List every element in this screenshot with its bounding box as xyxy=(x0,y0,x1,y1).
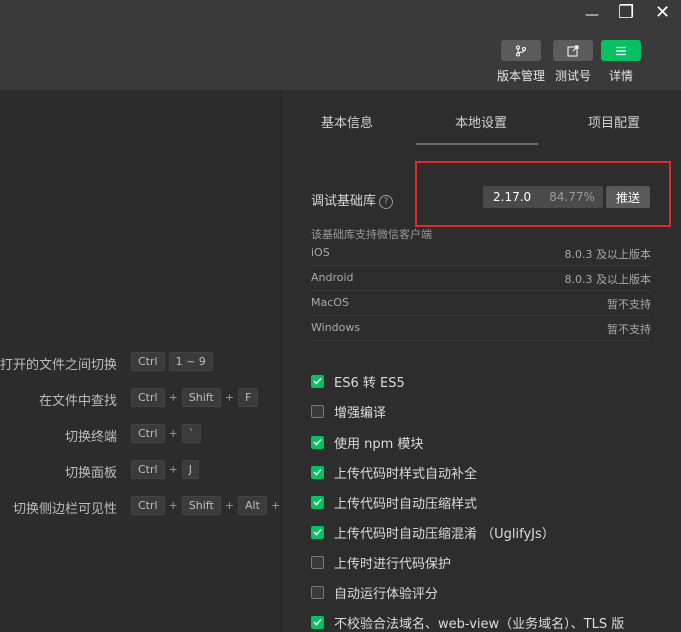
option-label: 上传代码时自动压缩样式 xyxy=(334,496,478,512)
shortcut-keys: Ctrl + Shift + F xyxy=(131,388,259,407)
key-cap: 1 ~ 9 xyxy=(168,352,213,371)
option-row[interactable]: 上传时进行代码保护 xyxy=(311,552,451,572)
key-cap: Ctrl xyxy=(131,424,165,443)
shortcut-label: 在文件中查找 xyxy=(38,394,117,409)
option-row[interactable]: 上传代码时样式自动补全 xyxy=(311,462,477,482)
check-icon xyxy=(313,618,322,626)
support-row: iOS 8.0.3 及以上版本 xyxy=(311,240,651,266)
key-cap: Alt xyxy=(238,496,267,515)
checkbox-checked[interactable] xyxy=(311,435,324,449)
key-cap: Ctrl xyxy=(131,460,165,479)
debug-lib-title: 调试基础库? xyxy=(311,190,394,209)
option-row[interactable]: 上传代码时自动压缩混淆 （UglifyJs） xyxy=(311,522,555,542)
option-label: 增强编译 xyxy=(334,405,387,421)
support-row: Windows 暂不支持 xyxy=(311,315,651,341)
shortcut-label: 切换面板 xyxy=(64,466,117,481)
shortcut-keys: Ctrl + J xyxy=(131,460,200,479)
shortcut-label: 切换侧边栏可见性 xyxy=(12,502,117,517)
check-icon xyxy=(313,377,322,385)
check-icon xyxy=(313,498,322,506)
key-cap: J xyxy=(181,460,200,479)
option-row[interactable]: 自动运行体验评分 xyxy=(311,582,438,602)
check-icon xyxy=(313,468,322,476)
platform-version: 暂不支持 xyxy=(607,323,651,336)
branch-icon xyxy=(516,45,526,56)
option-label: 不校验合法域名、web-view（业务域名）、TLS 版 xyxy=(334,616,625,632)
details-label: 详情 xyxy=(609,69,634,83)
active-tab-indicator xyxy=(416,143,538,145)
plus-sign: + xyxy=(168,391,178,404)
platform-name: MacOS xyxy=(311,296,349,309)
checkbox-checked[interactable] xyxy=(311,615,324,629)
version-management-label: 版本管理 xyxy=(497,69,546,83)
shortcut-keys: Ctrl + ` xyxy=(131,424,202,443)
external-link-icon xyxy=(567,45,579,56)
checkbox-checked[interactable] xyxy=(311,374,324,388)
platform-name: Android xyxy=(311,271,354,284)
option-row[interactable]: 使用 npm 模块 xyxy=(311,432,423,452)
close-icon[interactable]: ✕ xyxy=(655,4,670,22)
test-account-label: 测试号 xyxy=(555,69,592,83)
tab-basic-info[interactable]: 基本信息 xyxy=(321,112,373,131)
platform-name: Windows xyxy=(311,321,361,334)
checkbox-checked[interactable] xyxy=(311,525,324,539)
highlight-annotation xyxy=(415,161,671,227)
shortcut-keys: Ctrl + Shift + Alt + B xyxy=(131,496,306,515)
option-row[interactable]: 增强编译 xyxy=(311,401,386,421)
checkbox-unchecked[interactable] xyxy=(311,555,324,569)
plus-sign: + xyxy=(168,463,178,476)
checkbox-unchecked[interactable] xyxy=(311,404,324,418)
support-row: Android 8.0.3 及以上版本 xyxy=(311,265,651,291)
checkbox-unchecked[interactable] xyxy=(311,585,324,599)
shortcut-label: 切换终端 xyxy=(64,430,117,445)
option-row[interactable]: ES6 转 ES5 xyxy=(311,371,405,391)
minimize-icon[interactable]: — xyxy=(585,6,599,24)
tab-local-settings[interactable]: 本地设置 xyxy=(455,112,507,131)
plus-sign: + xyxy=(168,499,178,512)
option-label: 上传代码时自动压缩混淆 （UglifyJs） xyxy=(334,526,555,542)
plus-sign: + xyxy=(224,391,235,404)
option-label: 上传时进行代码保护 xyxy=(334,556,452,572)
platform-name: iOS xyxy=(311,246,330,259)
tab-project-config[interactable]: 项目配置 xyxy=(588,112,640,131)
checkbox-checked[interactable] xyxy=(311,495,324,509)
option-label: ES6 转 ES5 xyxy=(334,375,405,391)
key-cap: Shift xyxy=(181,496,221,515)
platform-version: 暂不支持 xyxy=(607,298,651,311)
title-bar: — ❐ ✕ 版本管理 测试号 详情 xyxy=(0,0,681,90)
test-account-button[interactable] xyxy=(553,40,593,61)
plus-sign: + xyxy=(224,499,235,512)
support-row: MacOS 暂不支持 xyxy=(311,290,651,316)
debug-lib-label: 调试基础库 xyxy=(311,194,377,209)
key-cap: ` xyxy=(181,424,202,443)
key-cap: Ctrl xyxy=(131,352,165,371)
shortcuts-panel: 打开的文件之间切换 Ctrl 1 ~ 9 在文件中查找 Ctrl + Shift… xyxy=(0,90,306,632)
check-icon xyxy=(313,528,322,536)
option-label: 自动运行体验评分 xyxy=(334,586,439,602)
option-row[interactable]: 上传代码时自动压缩样式 xyxy=(311,492,477,512)
shortcut-label: 打开的文件之间切换 xyxy=(0,358,117,373)
restore-icon[interactable]: ❐ xyxy=(618,4,634,22)
platform-version: 8.0.3 及以上版本 xyxy=(564,273,652,286)
option-label: 使用 npm 模块 xyxy=(334,436,424,452)
plus-sign: + xyxy=(168,427,178,440)
option-label: 上传代码时样式自动补全 xyxy=(334,466,478,482)
check-icon xyxy=(313,438,322,446)
key-cap: F xyxy=(238,388,259,407)
version-management-button[interactable] xyxy=(501,40,541,61)
key-cap: Ctrl xyxy=(131,388,165,407)
checkbox-checked[interactable] xyxy=(311,465,324,479)
platform-version: 8.0.3 及以上版本 xyxy=(564,248,652,261)
menu-icon xyxy=(616,46,626,55)
plus-sign: + xyxy=(270,499,281,512)
key-cap: Ctrl xyxy=(131,496,165,515)
details-button[interactable] xyxy=(601,40,641,61)
option-row[interactable]: 不校验合法域名、web-view（业务域名）、TLS 版 xyxy=(311,612,624,632)
help-icon[interactable]: ? xyxy=(379,194,394,209)
shortcut-keys: Ctrl 1 ~ 9 xyxy=(131,352,213,371)
key-cap: Shift xyxy=(181,388,221,407)
